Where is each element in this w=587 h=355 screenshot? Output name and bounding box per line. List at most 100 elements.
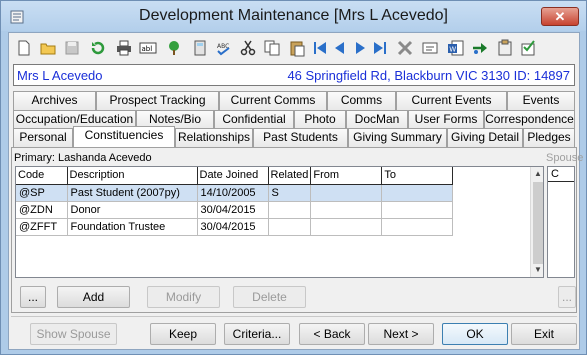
tab-events[interactable]: Events — [507, 91, 575, 110]
title-bar[interactable]: Development Maintenance [Mrs L Acevedo] … — [1, 1, 586, 31]
tab-comms[interactable]: Comms — [327, 91, 396, 110]
copy-icon[interactable] — [263, 39, 281, 57]
tab-user-forms[interactable]: User Forms — [408, 110, 484, 129]
cell-description: Donor — [67, 201, 198, 219]
window-title: Development Maintenance [Mrs L Acevedo] — [139, 7, 448, 24]
exit-button[interactable]: Exit — [511, 323, 577, 345]
cell-to — [381, 201, 454, 219]
grid-header-row: Code Description Date Joined Related Fro… — [16, 167, 454, 185]
cell-from — [310, 184, 383, 202]
cell-from — [310, 201, 383, 219]
save-disk-icon[interactable] — [63, 39, 81, 57]
card-icon[interactable] — [421, 39, 439, 57]
cell-description: Past Student (2007py) — [67, 184, 198, 202]
cell-description: Foundation Trustee — [67, 218, 198, 236]
calculator-icon[interactable] — [191, 39, 209, 57]
tab-personal[interactable]: Personal — [13, 128, 73, 147]
word-document-icon[interactable]: W — [447, 39, 465, 57]
cell-related: S — [268, 184, 312, 202]
tab-confidential[interactable]: Confidential — [214, 110, 294, 129]
cell-date-joined: 30/04/2015 — [197, 218, 269, 236]
arrow-forward-icon[interactable] — [471, 39, 489, 57]
print-icon[interactable] — [115, 39, 133, 57]
delete-button[interactable]: Delete — [233, 286, 306, 308]
cell-code: @SP — [16, 184, 68, 202]
cut-icon[interactable] — [239, 39, 257, 57]
checklist-icon[interactable] — [519, 39, 537, 57]
scroll-up-arrow-icon[interactable]: ▲ — [531, 167, 543, 181]
client-info-bar: Mrs L Acevedo 46 Springfield Rd, Blackbu… — [13, 64, 575, 86]
toolbar: abl ABC W — [9, 35, 579, 61]
cell-related — [268, 218, 312, 236]
tab-constituencies[interactable]: Constituencies — [73, 126, 175, 147]
first-record-icon[interactable] — [311, 39, 329, 57]
open-folder-icon[interactable] — [39, 39, 57, 57]
column-header-from[interactable]: From — [310, 167, 383, 185]
tab-relationships[interactable]: Relationships — [175, 128, 253, 147]
table-row[interactable]: @ZFFT Foundation Trustee 30/04/2015 — [16, 218, 454, 236]
next-record-icon[interactable] — [351, 39, 369, 57]
spellcheck-icon[interactable]: ABC — [215, 39, 233, 57]
tab-photo[interactable]: Photo — [294, 110, 346, 129]
tab-pledges[interactable]: Pledges — [523, 128, 575, 147]
constituencies-panel: Primary: Lashanda Acevedo Spouse Code De… — [11, 147, 583, 313]
new-document-icon[interactable] — [15, 39, 33, 57]
column-header-description[interactable]: Description — [67, 167, 198, 185]
back-button[interactable]: < Back — [299, 323, 365, 345]
cell-code: @ZDN — [16, 201, 68, 219]
tab-archives[interactable]: Archives — [13, 91, 96, 110]
tab-correspondence[interactable]: Correspondence — [484, 110, 575, 129]
spouse-column-header[interactable]: C — [548, 167, 574, 182]
paste-icon[interactable] — [288, 39, 306, 57]
cell-related — [268, 201, 312, 219]
show-spouse-button[interactable]: Show Spouse — [30, 323, 117, 345]
tab-current-comms[interactable]: Current Comms — [219, 91, 327, 110]
column-header-related[interactable]: Related — [268, 167, 312, 185]
client-name: Mrs L Acevedo — [17, 68, 103, 83]
table-row[interactable]: @SP Past Student (2007py) 14/10/2005 S — [16, 184, 454, 202]
close-button[interactable]: ✕ — [541, 7, 579, 26]
clipboard-icon[interactable] — [496, 39, 514, 57]
footer-divider — [11, 316, 577, 317]
tab-giving-summary[interactable]: Giving Summary — [348, 128, 447, 147]
spouse-grid: C — [547, 166, 575, 278]
previous-record-icon[interactable] — [331, 39, 349, 57]
svg-text:W: W — [449, 46, 456, 54]
criteria-button[interactable]: Criteria... — [224, 323, 290, 345]
keep-button[interactable]: Keep — [150, 323, 216, 345]
spouse-label: Spouse — [546, 152, 584, 164]
column-header-to[interactable]: To — [381, 167, 454, 185]
column-header-date-joined[interactable]: Date Joined — [197, 167, 269, 185]
cell-to — [381, 184, 454, 202]
add-button[interactable]: Add — [57, 286, 130, 308]
table-row[interactable]: @ZDN Donor 30/04/2015 — [16, 201, 454, 219]
svg-text:abl: abl — [142, 45, 153, 53]
delete-x-icon[interactable] — [396, 39, 414, 57]
cell-date-joined: 30/04/2015 — [197, 201, 269, 219]
grid-vertical-scrollbar[interactable]: ▲ ▼ — [530, 167, 543, 277]
more-button[interactable]: ... — [20, 286, 46, 308]
tab-current-events[interactable]: Current Events — [396, 91, 507, 110]
scroll-down-arrow-icon[interactable]: ▼ — [531, 263, 543, 277]
cell-to — [381, 218, 454, 236]
cell-code: @ZFFT — [16, 218, 68, 236]
refresh-icon[interactable] — [89, 39, 107, 57]
tab-docman[interactable]: DocMan — [346, 110, 408, 129]
tree-icon[interactable] — [165, 39, 183, 57]
modify-button[interactable]: Modify — [147, 286, 220, 308]
text-ab-icon[interactable]: abl — [139, 39, 157, 57]
cell-date-joined: 14/10/2005 — [197, 184, 269, 202]
tab-giving-detail[interactable]: Giving Detail — [447, 128, 523, 147]
next-button[interactable]: Next > — [368, 323, 434, 345]
tab-prospect-tracking[interactable]: Prospect Tracking — [96, 91, 219, 110]
client-address: 46 Springfield Rd, Blackburn VIC 3130 ID… — [287, 68, 570, 83]
last-record-icon[interactable] — [371, 39, 389, 57]
column-header-code[interactable]: Code — [16, 167, 68, 185]
constituencies-grid: Code Description Date Joined Related Fro… — [15, 166, 544, 278]
ok-button[interactable]: OK — [442, 323, 508, 345]
spouse-more-button[interactable]: ... — [558, 286, 576, 308]
cell-from — [310, 218, 383, 236]
scroll-thumb[interactable] — [533, 182, 543, 264]
client-area: abl ABC W Mrs L Acevedo 46 Springfield Rd,… — [8, 32, 583, 350]
tab-past-students[interactable]: Past Students — [253, 128, 348, 147]
